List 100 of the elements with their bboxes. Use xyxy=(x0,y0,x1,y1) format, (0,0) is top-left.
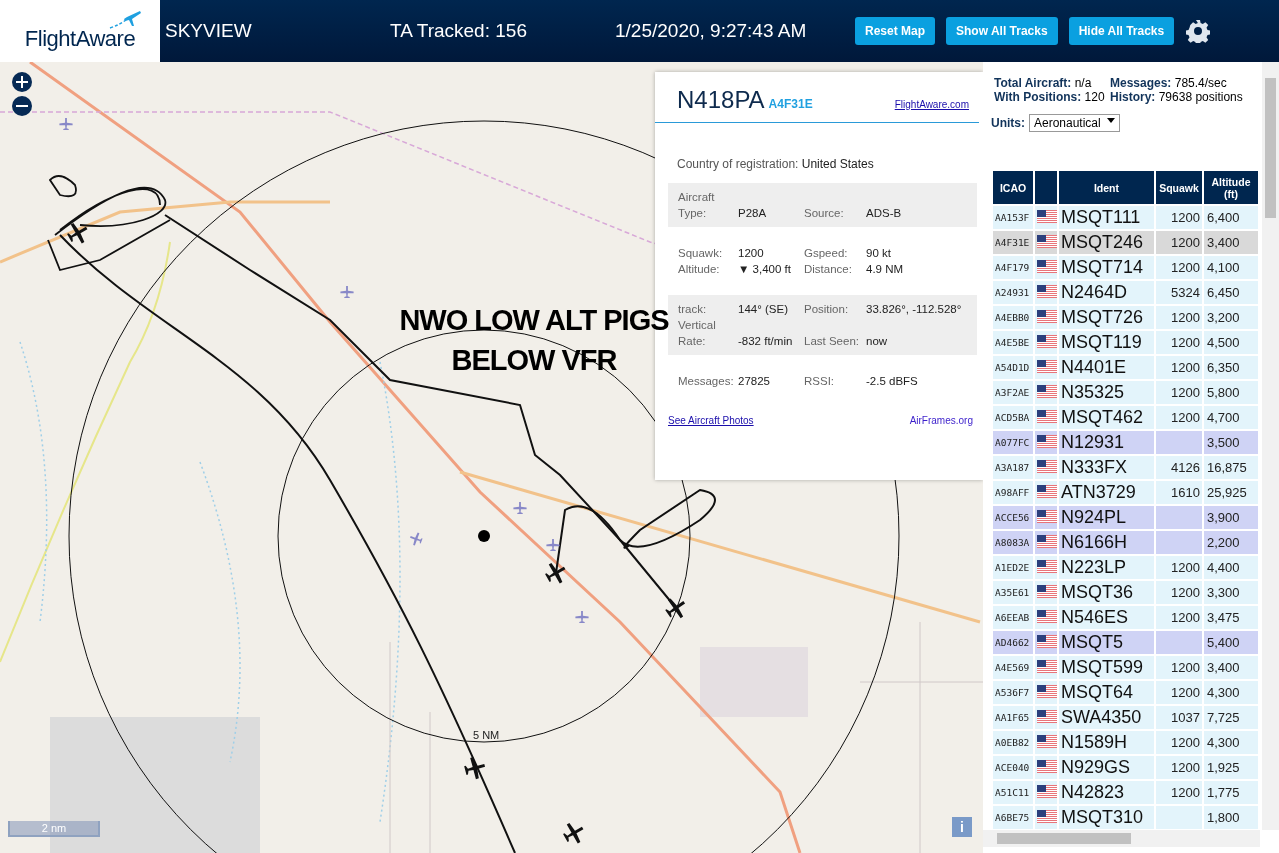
aircraft-ident: N418PA xyxy=(677,86,765,114)
aircraft-row[interactable]: A98AFF ATN3729 1610 25,925 xyxy=(993,481,1258,504)
aircraft-row[interactable]: ACCE56 N924PL 3,900 xyxy=(993,506,1258,529)
aircraft-row[interactable]: AA1F65 SWA4350 1037 7,725 xyxy=(993,706,1258,729)
table-cell: A8083A xyxy=(993,531,1033,554)
caret-icon xyxy=(1106,116,1115,124)
aircraft-row[interactable]: A4E5BE MSQT119 1200 4,500 xyxy=(993,331,1258,354)
aircraft-row[interactable]: AA153F MSQT111 1200 6,400 xyxy=(993,206,1258,229)
photos-link[interactable]: See Aircraft Photos xyxy=(668,415,754,426)
aircraft-row[interactable]: A3F2AE N35325 1200 5,800 xyxy=(993,381,1258,404)
table-cell: 6,450 xyxy=(1204,281,1258,304)
aircraft-row[interactable]: A1ED2E N223LP 1200 4,400 xyxy=(993,556,1258,579)
column-header[interactable]: Squawk xyxy=(1156,171,1202,204)
plus-icon xyxy=(16,76,28,88)
annotation-text: NWO LOW ALT PIGS xyxy=(399,303,669,338)
table-cell: 1200 xyxy=(1171,610,1200,625)
field-label: Distance: xyxy=(804,262,853,277)
settings-icon[interactable] xyxy=(1186,19,1211,43)
airframes-link[interactable]: AirFrames.org xyxy=(909,415,973,426)
aircraft-row[interactable]: A51C11 N42823 1200 1,775 xyxy=(993,781,1258,804)
field-value: -832 ft/min xyxy=(738,334,794,349)
airplane-icon[interactable] xyxy=(464,757,486,780)
airplane-icon[interactable] xyxy=(67,222,88,244)
aircraft-row[interactable]: A3A187 N333FX 4126 16,875 xyxy=(993,456,1258,479)
table-cell: A077FC xyxy=(993,431,1033,454)
table-cell: MSQT599 xyxy=(1059,656,1154,679)
column-header[interactable]: Ident xyxy=(1059,171,1154,204)
table-cell: 16,875 xyxy=(1204,456,1258,479)
logo[interactable]: FlightAware xyxy=(0,0,160,62)
table-cell: A4F31E xyxy=(993,231,1033,254)
aircraft-row[interactable]: A4F31E MSQT246 1200 3,400 xyxy=(993,231,1258,254)
aircraft-row[interactable]: A536F7 MSQT64 1200 4,300 xyxy=(993,681,1258,704)
airplane-icon[interactable] xyxy=(546,539,560,551)
table-cell: 1610 xyxy=(1171,485,1200,500)
airplane-icon[interactable] xyxy=(545,562,566,584)
units-dropdown[interactable]: Aeronautical xyxy=(1029,114,1120,132)
aircraft-row[interactable]: A4E569 MSQT599 1200 3,400 xyxy=(993,656,1258,679)
table-cell: MSQT111 xyxy=(1059,206,1154,229)
table-cell: 4126 xyxy=(1171,460,1200,475)
field-label: Altitude: xyxy=(678,262,721,277)
table-cell: N333FX xyxy=(1059,456,1154,479)
table-cell: 1200 xyxy=(1171,785,1200,800)
table-cell: 6,350 xyxy=(1204,356,1258,379)
scrollbar[interactable] xyxy=(983,830,1260,847)
table-cell: MSQT310 xyxy=(1059,806,1154,829)
aircraft-row[interactable]: AD4662 MSQT5 5,400 xyxy=(993,631,1258,654)
table-cell: MSQT714 xyxy=(1059,256,1154,279)
airplane-icon[interactable] xyxy=(563,822,584,844)
table-cell: N1589H xyxy=(1059,731,1154,754)
aircraft-row[interactable]: A4F179 MSQT714 1200 4,100 xyxy=(993,256,1258,279)
aircraft-row[interactable]: A6BE75 MSQT310 1,800 xyxy=(993,806,1258,829)
us-flag-icon xyxy=(1037,809,1057,823)
field-label: Vertical Rate: xyxy=(678,318,717,349)
field-value: 27825 xyxy=(738,374,771,389)
table-cell: MSQT119 xyxy=(1059,331,1154,354)
airplane-icon[interactable] xyxy=(665,598,686,619)
table-cell: 4,500 xyxy=(1204,331,1258,354)
table-cell: ACE040 xyxy=(993,756,1033,779)
aircraft-row[interactable]: A8083A N6166H 2,200 xyxy=(993,531,1258,554)
scrollbar[interactable] xyxy=(1262,62,1279,830)
aircraft-row[interactable]: A4EBB0 MSQT726 1200 3,200 xyxy=(993,306,1258,329)
table-cell: 1200 xyxy=(1171,210,1200,225)
table-cell: 1200 xyxy=(1171,735,1200,750)
table-cell: 1,775 xyxy=(1204,781,1258,804)
app-title: SKYVIEW xyxy=(165,20,253,42)
us-flag-icon xyxy=(1037,434,1057,448)
table-cell: 1200 xyxy=(1171,260,1200,275)
table-cell: 1200 xyxy=(1171,385,1200,400)
us-flag-icon xyxy=(1037,484,1057,498)
field-label: RSSI: xyxy=(804,374,836,389)
table-cell: A4EBB0 xyxy=(993,306,1033,329)
table-cell: A4E569 xyxy=(993,656,1033,679)
column-header[interactable]: ICAO xyxy=(993,171,1033,204)
table-cell: A6EEAB xyxy=(993,606,1033,629)
table-cell: 5,800 xyxy=(1204,381,1258,404)
table-cell: 4,400 xyxy=(1204,556,1258,579)
aircraft-row[interactable]: A54D1D N4401E 1200 6,350 xyxy=(993,356,1258,379)
table-cell: N6166H xyxy=(1059,531,1154,554)
aircraft-row[interactable]: A077FC N12931 3,500 xyxy=(993,431,1258,454)
flightaware-link[interactable]: FlightAware.com xyxy=(894,99,969,110)
aircraft-row[interactable]: A6EEAB N546ES 1200 3,475 xyxy=(993,606,1258,629)
aircraft-row[interactable]: ACD5BA MSQT462 1200 4,700 xyxy=(993,406,1258,429)
table-cell: 1200 xyxy=(1171,760,1200,775)
table-cell: 1,925 xyxy=(1204,756,1258,779)
table-cell: ACD5BA xyxy=(993,406,1033,429)
table-cell: 3,900 xyxy=(1204,506,1258,529)
column-header[interactable]: Altitude (ft) xyxy=(1204,171,1258,204)
us-flag-icon xyxy=(1037,409,1057,423)
us-flag-icon xyxy=(1037,384,1057,398)
table-cell: 4,100 xyxy=(1204,256,1258,279)
aircraft-row[interactable]: A35E61 MSQT36 1200 3,300 xyxy=(993,581,1258,604)
field-value: P28A xyxy=(738,206,768,221)
aircraft-row[interactable]: ACE040 N929GS 1200 1,925 xyxy=(993,756,1258,779)
aircraft-row[interactable]: A24931 N2464D 5324 6,450 xyxy=(993,281,1258,304)
station-dot xyxy=(478,530,490,542)
stat-text: Messages: 785.4/sec xyxy=(1110,76,1228,90)
us-flag-icon xyxy=(1037,334,1057,348)
aircraft-row[interactable]: A0EB82 N1589H 1200 4,300 xyxy=(993,731,1258,754)
table-cell: 3,400 xyxy=(1204,231,1258,254)
table-cell: N12931 xyxy=(1059,431,1154,454)
